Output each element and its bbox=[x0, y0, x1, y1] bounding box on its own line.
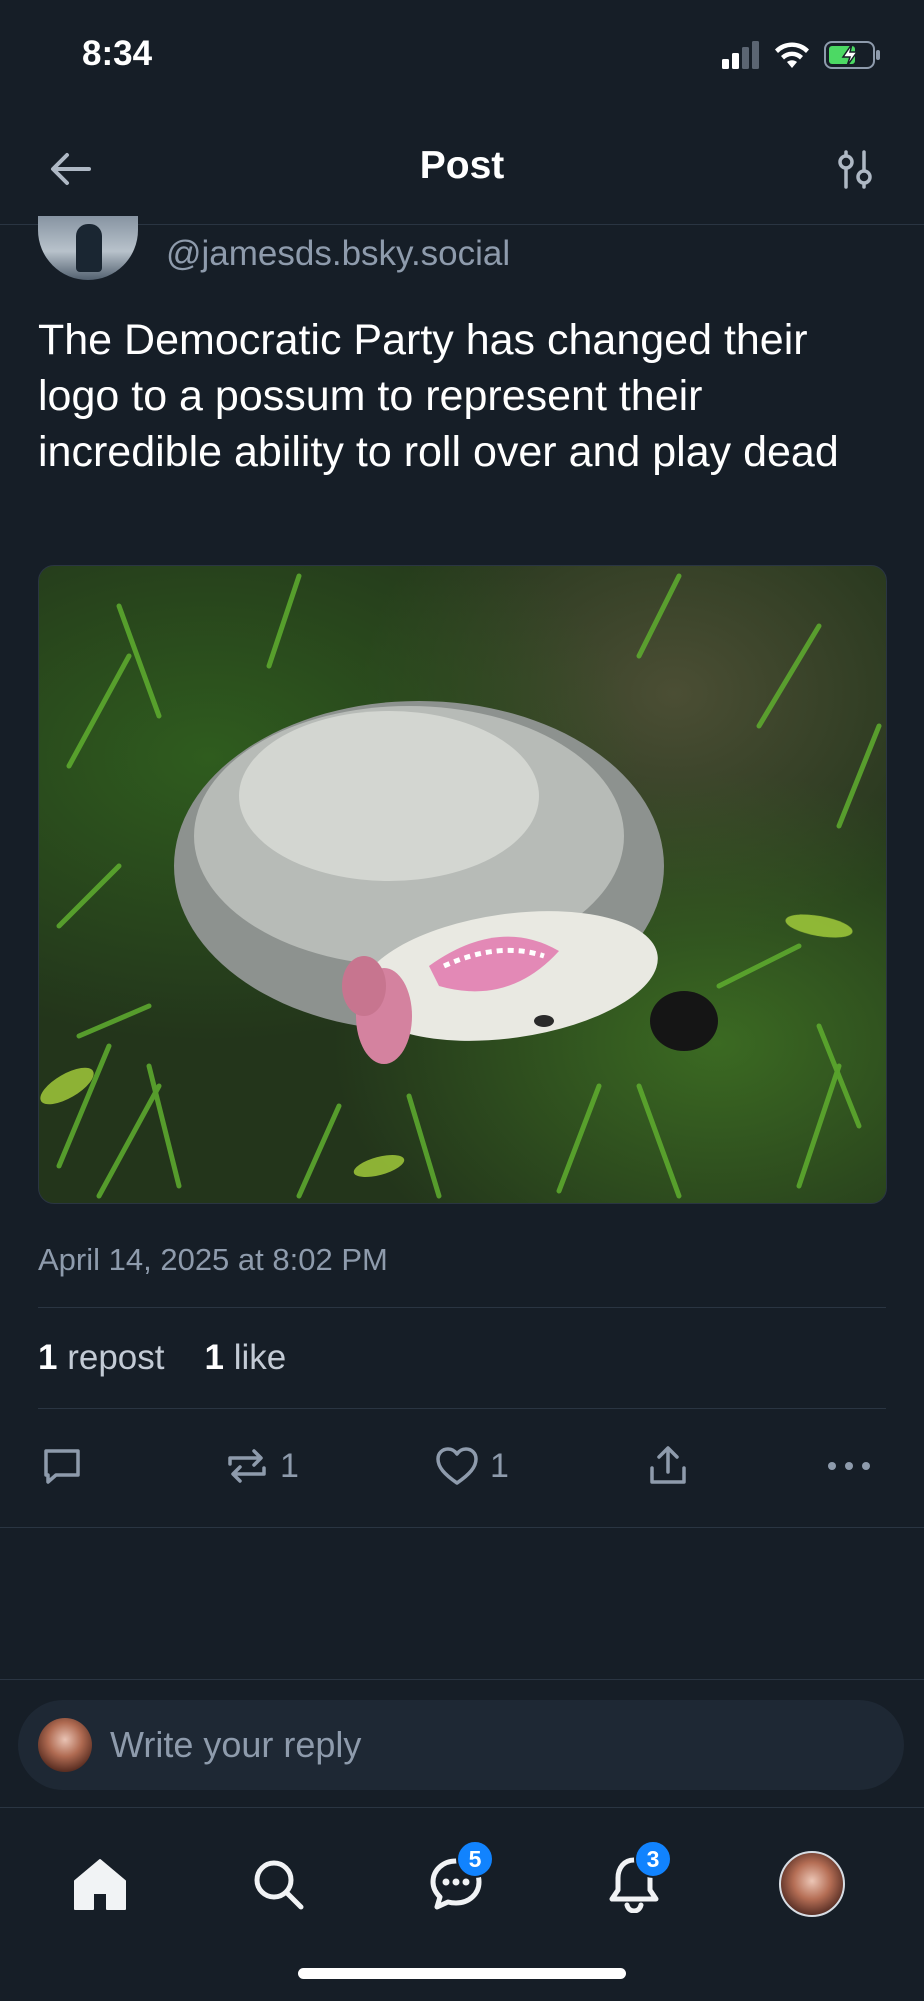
divider bbox=[38, 1408, 886, 1409]
likes-label: like bbox=[233, 1338, 287, 1377]
divider bbox=[0, 1527, 924, 1528]
user-avatar bbox=[38, 1718, 92, 1772]
ellipsis-icon bbox=[828, 1462, 870, 1470]
avatar-person-shape bbox=[76, 224, 102, 272]
reposts-label: repost bbox=[67, 1338, 165, 1377]
cellular-signal-icon bbox=[722, 41, 759, 69]
notifications-badge: 3 bbox=[634, 1840, 672, 1878]
heart-icon bbox=[436, 1447, 478, 1485]
post-stats: 1 repost 1 like bbox=[38, 1338, 286, 1378]
sliders-icon bbox=[838, 150, 872, 189]
home-icon bbox=[74, 1859, 126, 1910]
author-avatar[interactable] bbox=[38, 216, 138, 280]
likes-stat[interactable]: 1 like bbox=[204, 1338, 286, 1378]
like-count: 1 bbox=[490, 1446, 509, 1485]
home-indicator bbox=[298, 1968, 626, 1979]
divider bbox=[38, 1307, 886, 1308]
search-icon bbox=[254, 1860, 304, 1910]
post-author[interactable]: @jamesds.bsky.social bbox=[38, 216, 888, 280]
page-title: Post bbox=[419, 144, 505, 187]
tab-notifications[interactable]: 3 bbox=[594, 1840, 674, 1924]
post-text: The Democratic Party has changed their l… bbox=[38, 316, 839, 476]
repost-icon bbox=[228, 1449, 266, 1483]
share-button[interactable] bbox=[646, 1437, 690, 1495]
likes-count: 1 bbox=[204, 1338, 224, 1377]
profile-avatar bbox=[779, 1851, 845, 1917]
wifi-icon bbox=[775, 42, 809, 68]
status-time: 8:34 bbox=[82, 34, 153, 73]
chat-badge: 5 bbox=[456, 1840, 494, 1878]
post-actions: 1 1 bbox=[38, 1437, 888, 1495]
reply-button[interactable] bbox=[40, 1437, 84, 1495]
more-options-button[interactable] bbox=[826, 1437, 872, 1495]
tab-profile[interactable] bbox=[772, 1844, 852, 1924]
tab-chat[interactable]: 5 bbox=[416, 1840, 496, 1924]
repost-count: 1 bbox=[280, 1446, 299, 1485]
reply-composer[interactable]: Write your reply bbox=[18, 1700, 904, 1790]
thread-settings-button[interactable] bbox=[826, 140, 884, 198]
status-bar: 8:34 bbox=[0, 0, 924, 120]
repost-button[interactable]: 1 bbox=[224, 1437, 299, 1495]
comment-icon bbox=[44, 1449, 80, 1484]
divider bbox=[0, 1679, 924, 1680]
reposts-stat[interactable]: 1 repost bbox=[38, 1338, 164, 1378]
post-image[interactable] bbox=[38, 565, 887, 1204]
status-icons bbox=[722, 40, 882, 70]
battery-charging-icon bbox=[824, 41, 880, 69]
reposts-count: 1 bbox=[38, 1338, 58, 1377]
share-icon bbox=[650, 1446, 686, 1484]
tab-home[interactable] bbox=[60, 1844, 140, 1924]
author-handle[interactable]: @jamesds.bsky.social bbox=[166, 234, 510, 274]
tab-search[interactable] bbox=[238, 1844, 318, 1924]
possum-image bbox=[40, 573, 882, 1199]
post-header: Post bbox=[0, 122, 924, 225]
post-timestamp: April 14, 2025 at 8:02 PM bbox=[38, 1242, 388, 1277]
like-button[interactable]: 1 bbox=[434, 1437, 509, 1495]
reply-placeholder[interactable]: Write your reply bbox=[110, 1724, 361, 1766]
